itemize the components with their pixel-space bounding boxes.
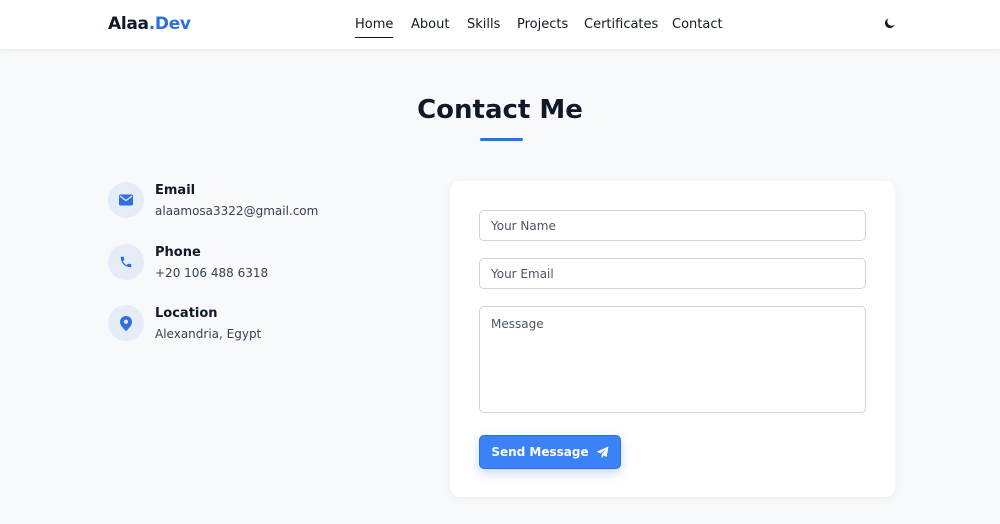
moon-icon[interactable] bbox=[883, 16, 897, 30]
logo-text: Alaa bbox=[108, 14, 149, 34]
map-pin-icon-wrapper bbox=[108, 305, 144, 341]
phone-icon bbox=[120, 256, 132, 268]
location-label: Location bbox=[155, 306, 218, 321]
logo[interactable]: Alaa.Dev bbox=[108, 14, 191, 34]
envelope-icon bbox=[119, 194, 133, 206]
envelope-icon-wrapper bbox=[108, 182, 144, 218]
phone-value: +20 106 488 6318 bbox=[155, 266, 269, 280]
nav-contact[interactable]: Contact bbox=[672, 17, 723, 32]
send-message-button[interactable]: Send Message bbox=[479, 435, 621, 469]
location-value: Alexandria, Egypt bbox=[155, 327, 262, 341]
email-value: alaamosa3322@gmail.com bbox=[155, 204, 319, 218]
nav-skills[interactable]: Skills bbox=[467, 17, 500, 32]
logo-accent-text: .Dev bbox=[148, 14, 191, 34]
phone-label: Phone bbox=[155, 245, 201, 260]
phone-icon-wrapper bbox=[108, 244, 144, 280]
section-title: Contact Me bbox=[417, 95, 583, 125]
nav-projects[interactable]: Projects bbox=[517, 17, 568, 32]
send-message-label: Send Message bbox=[491, 445, 589, 459]
nav-home[interactable]: Home bbox=[355, 17, 394, 38]
paper-plane-icon bbox=[596, 446, 609, 458]
site-header: Alaa.Dev Home About Skills Projects Cert… bbox=[0, 0, 1000, 49]
nav-certificates[interactable]: Certificates bbox=[584, 17, 658, 32]
nav-about[interactable]: About bbox=[411, 17, 449, 32]
contact-form: Send Message bbox=[450, 181, 895, 497]
email-input[interactable] bbox=[479, 258, 866, 289]
message-textarea[interactable] bbox=[479, 306, 866, 413]
name-input[interactable] bbox=[479, 210, 866, 241]
map-pin-icon bbox=[120, 315, 132, 331]
title-underline bbox=[480, 138, 523, 141]
email-label: Email bbox=[155, 183, 196, 198]
